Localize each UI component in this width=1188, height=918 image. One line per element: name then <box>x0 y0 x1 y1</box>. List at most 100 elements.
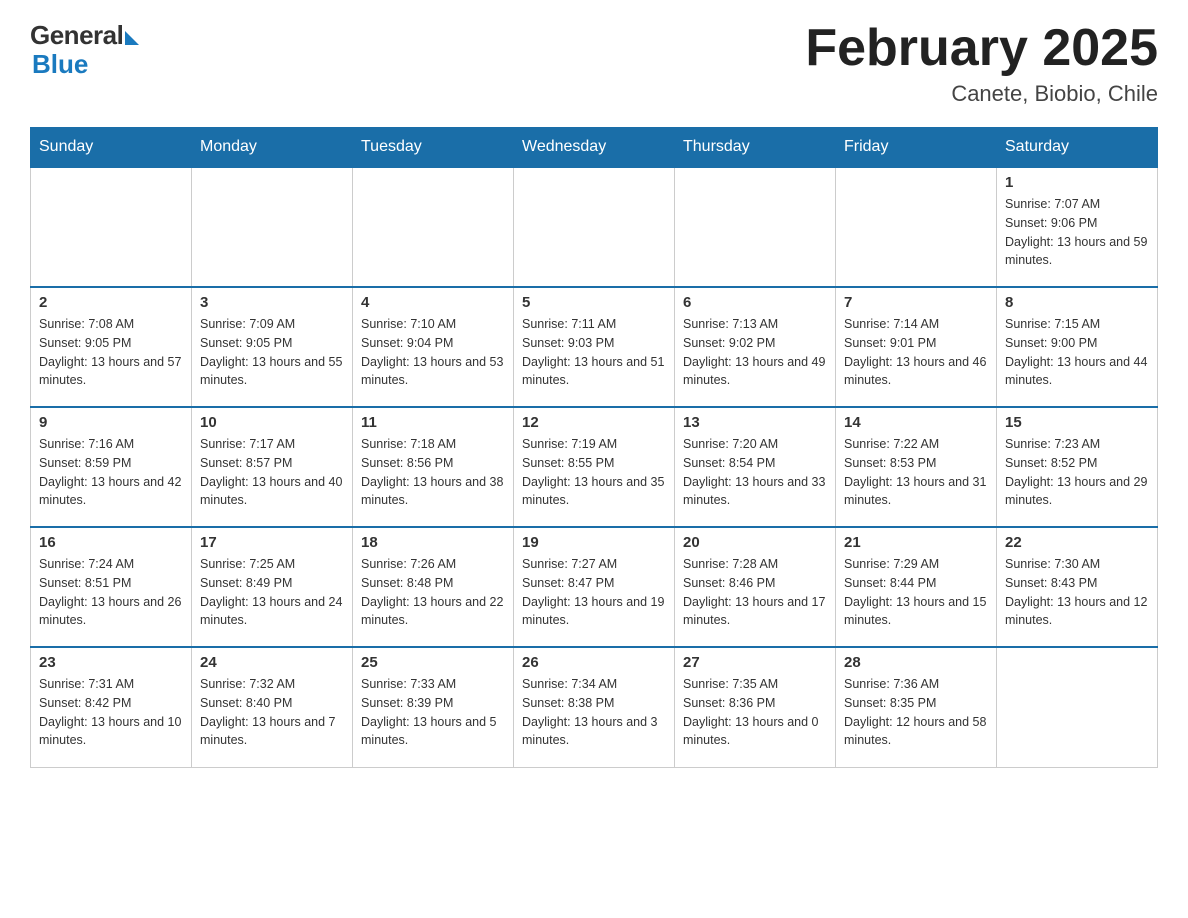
day-number: 15 <box>1005 414 1149 431</box>
weekday-header-tuesday: Tuesday <box>353 128 514 168</box>
day-number: 17 <box>200 534 344 551</box>
weekday-header-sunday: Sunday <box>31 128 192 168</box>
day-number: 1 <box>1005 174 1149 191</box>
day-number: 2 <box>39 294 183 311</box>
day-number: 16 <box>39 534 183 551</box>
calendar-cell <box>192 167 353 287</box>
day-info: Sunrise: 7:34 AM Sunset: 8:38 PM Dayligh… <box>522 675 666 750</box>
calendar-cell: 2 Sunrise: 7:08 AM Sunset: 9:05 PM Daylig… <box>31 287 192 407</box>
calendar-cell: 22 Sunrise: 7:30 AM Sunset: 8:43 PM Dayli… <box>997 527 1158 647</box>
calendar-cell: 19 Sunrise: 7:27 AM Sunset: 8:47 PM Dayli… <box>514 527 675 647</box>
page-header: General Blue February 2025 Canete, Biobi… <box>30 20 1158 107</box>
day-info: Sunrise: 7:09 AM Sunset: 9:05 PM Dayligh… <box>200 315 344 390</box>
day-number: 27 <box>683 654 827 671</box>
day-info: Sunrise: 7:14 AM Sunset: 9:01 PM Dayligh… <box>844 315 988 390</box>
day-info: Sunrise: 7:29 AM Sunset: 8:44 PM Dayligh… <box>844 555 988 630</box>
title-section: February 2025 Canete, Biobio, Chile <box>805 20 1158 107</box>
calendar-table: SundayMondayTuesdayWednesdayThursdayFrid… <box>30 127 1158 768</box>
calendar-cell: 21Sunrise: 7:29 AM Sunset: 8:44 PM Dayli… <box>836 527 997 647</box>
day-info: Sunrise: 7:35 AM Sunset: 8:36 PM Dayligh… <box>683 675 827 750</box>
calendar-cell: 13Sunrise: 7:20 AM Sunset: 8:54 PM Dayli… <box>675 407 836 527</box>
day-info: Sunrise: 7:15 AM Sunset: 9:00 PM Dayligh… <box>1005 315 1149 390</box>
location-text: Canete, Biobio, Chile <box>805 81 1158 107</box>
day-number: 22 <box>1005 534 1149 551</box>
day-number: 10 <box>200 414 344 431</box>
calendar-cell: 16 Sunrise: 7:24 AM Sunset: 8:51 PM Dayli… <box>31 527 192 647</box>
calendar-week-row: 16 Sunrise: 7:24 AM Sunset: 8:51 PM Dayli… <box>31 527 1158 647</box>
calendar-cell <box>675 167 836 287</box>
calendar-cell: 3 Sunrise: 7:09 AM Sunset: 9:05 PM Daylig… <box>192 287 353 407</box>
day-number: 5 <box>522 294 666 311</box>
calendar-cell: 26Sunrise: 7:34 AM Sunset: 8:38 PM Dayli… <box>514 647 675 767</box>
weekday-header-wednesday: Wednesday <box>514 128 675 168</box>
calendar-cell: 15 Sunrise: 7:23 AM Sunset: 8:52 PM Dayli… <box>997 407 1158 527</box>
day-info: Sunrise: 7:07 AM Sunset: 9:06 PM Dayligh… <box>1005 195 1149 270</box>
day-info: Sunrise: 7:32 AM Sunset: 8:40 PM Dayligh… <box>200 675 344 750</box>
calendar-cell: 10 Sunrise: 7:17 AM Sunset: 8:57 PM Dayli… <box>192 407 353 527</box>
day-number: 3 <box>200 294 344 311</box>
calendar-cell <box>31 167 192 287</box>
day-number: 9 <box>39 414 183 431</box>
calendar-cell: 12Sunrise: 7:19 AM Sunset: 8:55 PM Dayli… <box>514 407 675 527</box>
day-number: 8 <box>1005 294 1149 311</box>
calendar-cell <box>997 647 1158 767</box>
day-info: Sunrise: 7:27 AM Sunset: 8:47 PM Dayligh… <box>522 555 666 630</box>
day-info: Sunrise: 7:08 AM Sunset: 9:05 PM Dayligh… <box>39 315 183 390</box>
day-info: Sunrise: 7:20 AM Sunset: 8:54 PM Dayligh… <box>683 435 827 510</box>
weekday-header-monday: Monday <box>192 128 353 168</box>
calendar-cell: 5Sunrise: 7:11 AM Sunset: 9:03 PM Daylig… <box>514 287 675 407</box>
day-info: Sunrise: 7:23 AM Sunset: 8:52 PM Dayligh… <box>1005 435 1149 510</box>
day-info: Sunrise: 7:36 AM Sunset: 8:35 PM Dayligh… <box>844 675 988 750</box>
day-info: Sunrise: 7:10 AM Sunset: 9:04 PM Dayligh… <box>361 315 505 390</box>
day-number: 4 <box>361 294 505 311</box>
day-number: 6 <box>683 294 827 311</box>
day-number: 18 <box>361 534 505 551</box>
weekday-header-saturday: Saturday <box>997 128 1158 168</box>
calendar-week-row: 2 Sunrise: 7:08 AM Sunset: 9:05 PM Daylig… <box>31 287 1158 407</box>
day-number: 24 <box>200 654 344 671</box>
day-info: Sunrise: 7:31 AM Sunset: 8:42 PM Dayligh… <box>39 675 183 750</box>
day-info: Sunrise: 7:26 AM Sunset: 8:48 PM Dayligh… <box>361 555 505 630</box>
day-number: 20 <box>683 534 827 551</box>
day-info: Sunrise: 7:22 AM Sunset: 8:53 PM Dayligh… <box>844 435 988 510</box>
day-number: 7 <box>844 294 988 311</box>
calendar-cell: 6Sunrise: 7:13 AM Sunset: 9:02 PM Daylig… <box>675 287 836 407</box>
calendar-cell <box>353 167 514 287</box>
day-number: 11 <box>361 414 505 431</box>
logo-general-text: General <box>30 20 123 51</box>
calendar-cell: 11Sunrise: 7:18 AM Sunset: 8:56 PM Dayli… <box>353 407 514 527</box>
day-number: 25 <box>361 654 505 671</box>
calendar-week-row: 1 Sunrise: 7:07 AM Sunset: 9:06 PM Daylig… <box>31 167 1158 287</box>
day-number: 14 <box>844 414 988 431</box>
day-number: 19 <box>522 534 666 551</box>
calendar-cell: 28 Sunrise: 7:36 AM Sunset: 8:35 PM Dayli… <box>836 647 997 767</box>
logo-arrow-icon <box>125 31 139 45</box>
calendar-cell <box>836 167 997 287</box>
logo-blue-text: Blue <box>32 49 88 80</box>
day-info: Sunrise: 7:25 AM Sunset: 8:49 PM Dayligh… <box>200 555 344 630</box>
calendar-week-row: 9 Sunrise: 7:16 AM Sunset: 8:59 PM Daylig… <box>31 407 1158 527</box>
calendar-cell <box>514 167 675 287</box>
day-info: Sunrise: 7:30 AM Sunset: 8:43 PM Dayligh… <box>1005 555 1149 630</box>
calendar-cell: 8 Sunrise: 7:15 AM Sunset: 9:00 PM Daylig… <box>997 287 1158 407</box>
day-info: Sunrise: 7:16 AM Sunset: 8:59 PM Dayligh… <box>39 435 183 510</box>
calendar-cell: 18 Sunrise: 7:26 AM Sunset: 8:48 PM Dayli… <box>353 527 514 647</box>
day-info: Sunrise: 7:24 AM Sunset: 8:51 PM Dayligh… <box>39 555 183 630</box>
calendar-cell: 1 Sunrise: 7:07 AM Sunset: 9:06 PM Daylig… <box>997 167 1158 287</box>
calendar-cell: 23 Sunrise: 7:31 AM Sunset: 8:42 PM Dayli… <box>31 647 192 767</box>
calendar-cell: 20 Sunrise: 7:28 AM Sunset: 8:46 PM Dayli… <box>675 527 836 647</box>
calendar-cell: 9 Sunrise: 7:16 AM Sunset: 8:59 PM Daylig… <box>31 407 192 527</box>
month-title: February 2025 <box>805 20 1158 77</box>
calendar-cell: 17 Sunrise: 7:25 AM Sunset: 8:49 PM Dayli… <box>192 527 353 647</box>
day-info: Sunrise: 7:17 AM Sunset: 8:57 PM Dayligh… <box>200 435 344 510</box>
day-number: 12 <box>522 414 666 431</box>
weekday-header-row: SundayMondayTuesdayWednesdayThursdayFrid… <box>31 128 1158 168</box>
calendar-cell: 25 Sunrise: 7:33 AM Sunset: 8:39 PM Dayli… <box>353 647 514 767</box>
day-info: Sunrise: 7:28 AM Sunset: 8:46 PM Dayligh… <box>683 555 827 630</box>
day-info: Sunrise: 7:33 AM Sunset: 8:39 PM Dayligh… <box>361 675 505 750</box>
day-number: 23 <box>39 654 183 671</box>
day-number: 28 <box>844 654 988 671</box>
calendar-cell: 7 Sunrise: 7:14 AM Sunset: 9:01 PM Daylig… <box>836 287 997 407</box>
weekday-header-thursday: Thursday <box>675 128 836 168</box>
logo: General Blue <box>30 20 139 80</box>
